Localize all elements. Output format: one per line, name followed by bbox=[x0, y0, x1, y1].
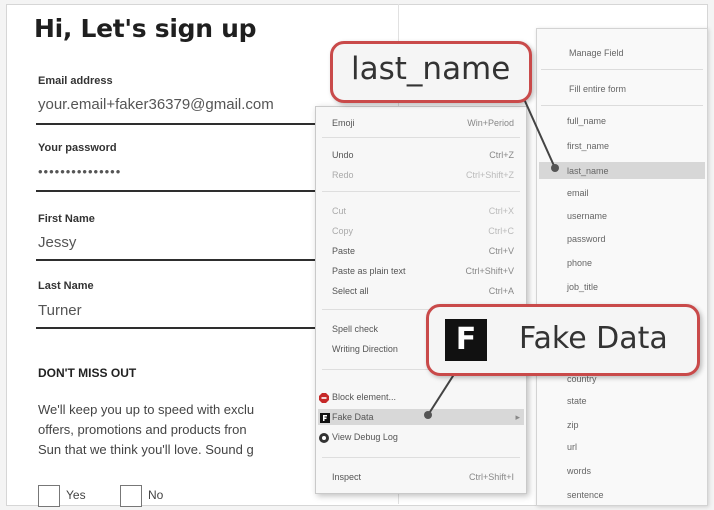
submenu-item[interactable]: job_title bbox=[567, 279, 598, 295]
submenu-item[interactable]: phone bbox=[567, 255, 592, 271]
submenu-arrow-icon: ▸ bbox=[515, 412, 520, 422]
menu-item-shortcut: Ctrl+Shift+Z bbox=[465, 170, 514, 180]
page-title: Hi, Let's sign up bbox=[34, 14, 257, 43]
submenu-item[interactable]: zip bbox=[567, 417, 579, 433]
menu-item-debug-log[interactable]: View Debug Log bbox=[319, 429, 518, 445]
menu-item-label: Emoji bbox=[332, 118, 355, 128]
menu-item-select-all[interactable]: Select all Ctrl+A bbox=[332, 283, 518, 299]
last-name-underline bbox=[36, 327, 356, 329]
submenu-item[interactable]: sentence bbox=[567, 487, 604, 503]
paragraph-line: We'll keep you up to speed with exclu bbox=[38, 402, 255, 417]
menu-separator bbox=[322, 457, 520, 458]
email-underline bbox=[36, 123, 356, 125]
last-name-label: Last Name bbox=[38, 280, 94, 292]
submenu-separator bbox=[541, 69, 703, 70]
no-checkbox[interactable] bbox=[120, 485, 142, 507]
menu-item-copy[interactable]: Copy Ctrl+C bbox=[332, 223, 518, 239]
menu-item-label: Block element... bbox=[332, 392, 397, 402]
context-menu: Emoji Win+Period Undo Ctrl+Z Redo Ctrl+S… bbox=[315, 106, 527, 494]
menu-item-fake-data[interactable]: Fake Data ▸ bbox=[318, 409, 524, 425]
menu-item-shortcut: Ctrl+C bbox=[488, 226, 514, 236]
submenu-item[interactable]: state bbox=[567, 393, 587, 409]
email-field[interactable]: your.email+faker36379@gmail.com bbox=[38, 96, 274, 113]
menu-item-label: Writing Direction bbox=[332, 344, 398, 354]
menu-item-paste[interactable]: Paste Ctrl+V bbox=[332, 243, 518, 259]
menu-item-shortcut: Ctrl+Shift+I bbox=[468, 472, 514, 482]
menu-item-undo[interactable]: Undo Ctrl+Z bbox=[332, 147, 518, 163]
menu-item-label: Redo bbox=[332, 170, 354, 180]
last-name-callout: last_name bbox=[330, 41, 532, 103]
menu-item-label: Undo bbox=[332, 150, 354, 160]
password-label: Your password bbox=[38, 142, 117, 154]
menu-item-shortcut: Ctrl+Z bbox=[489, 150, 514, 160]
submenu-item-last-name[interactable]: last_name bbox=[567, 163, 609, 179]
menu-item-label: Paste as plain text bbox=[332, 266, 406, 276]
submenu-item[interactable]: words bbox=[567, 463, 591, 479]
menu-item-label: Paste bbox=[332, 246, 356, 256]
menu-item-paste-plain[interactable]: Paste as plain text Ctrl+Shift+V bbox=[332, 263, 518, 279]
password-field[interactable]: ••••••••••••••• bbox=[38, 164, 121, 179]
paragraph-line: offers, promotions and products fron bbox=[38, 422, 247, 437]
menu-item-label: Cut bbox=[332, 206, 347, 216]
section-title: DON'T MISS OUT bbox=[38, 366, 137, 380]
block-element-icon bbox=[319, 392, 329, 403]
first-name-field[interactable]: Jessy bbox=[38, 234, 76, 251]
fake-data-submenu: Manage Field Fill entire form full_name … bbox=[536, 28, 708, 506]
menu-item-shortcut: Win+Period bbox=[467, 118, 514, 128]
submenu-item[interactable]: password bbox=[567, 231, 606, 247]
menu-item-label: Select all bbox=[332, 286, 369, 296]
marketing-paragraph: We'll keep you up to speed with exclu of… bbox=[38, 400, 328, 460]
password-underline bbox=[36, 190, 356, 192]
menu-item-inspect[interactable]: Inspect Ctrl+Shift+I bbox=[332, 469, 518, 485]
menu-item-label: Spell check bbox=[332, 324, 379, 334]
no-label: No bbox=[148, 488, 164, 502]
first-name-label: First Name bbox=[38, 213, 95, 225]
submenu-item[interactable]: url bbox=[567, 439, 577, 455]
menu-item-emoji[interactable]: Emoji Win+Period bbox=[332, 115, 518, 131]
menu-item-label: View Debug Log bbox=[332, 432, 398, 442]
last-name-callout-text: last_name bbox=[351, 51, 511, 87]
menu-item-label: Copy bbox=[332, 226, 354, 236]
submenu-item[interactable]: full_name bbox=[567, 113, 606, 129]
submenu-item[interactable]: username bbox=[567, 208, 607, 224]
submenu-highlight bbox=[539, 162, 705, 179]
fake-data-logo: F bbox=[445, 319, 487, 361]
paragraph-line: Sun that we think you'll love. Sound g bbox=[38, 442, 254, 457]
menu-separator bbox=[322, 191, 520, 192]
menu-item-redo[interactable]: Redo Ctrl+Shift+Z bbox=[332, 167, 518, 183]
submenu-fill-entire-form[interactable]: Fill entire form bbox=[569, 81, 626, 97]
menu-item-shortcut: Ctrl+V bbox=[488, 246, 514, 256]
fake-data-callout: F Fake Data bbox=[426, 304, 700, 376]
submenu-item[interactable]: first_name bbox=[567, 138, 609, 154]
menu-item-shortcut: Ctrl+Shift+V bbox=[465, 266, 514, 276]
submenu-separator bbox=[541, 105, 703, 106]
first-name-underline bbox=[36, 259, 356, 261]
menu-item-block-element[interactable]: Block element... bbox=[319, 389, 518, 405]
menu-item-cut[interactable]: Cut Ctrl+X bbox=[332, 203, 518, 219]
yes-label: Yes bbox=[66, 488, 86, 502]
fake-data-icon bbox=[320, 412, 330, 423]
email-label: Email address bbox=[38, 75, 113, 87]
submenu-item[interactable]: email bbox=[567, 185, 589, 201]
menu-separator bbox=[322, 137, 520, 138]
fake-data-callout-text: Fake Data bbox=[519, 321, 668, 356]
yes-checkbox[interactable] bbox=[38, 485, 60, 507]
menu-item-label: Fake Data bbox=[332, 412, 374, 422]
submenu-manage-field[interactable]: Manage Field bbox=[569, 45, 624, 61]
menu-item-label: Inspect bbox=[332, 472, 362, 482]
menu-item-shortcut: Ctrl+A bbox=[488, 286, 514, 296]
last-name-field[interactable]: Turner bbox=[38, 302, 82, 319]
debug-log-icon bbox=[319, 432, 329, 443]
menu-item-shortcut: Ctrl+X bbox=[488, 206, 514, 216]
